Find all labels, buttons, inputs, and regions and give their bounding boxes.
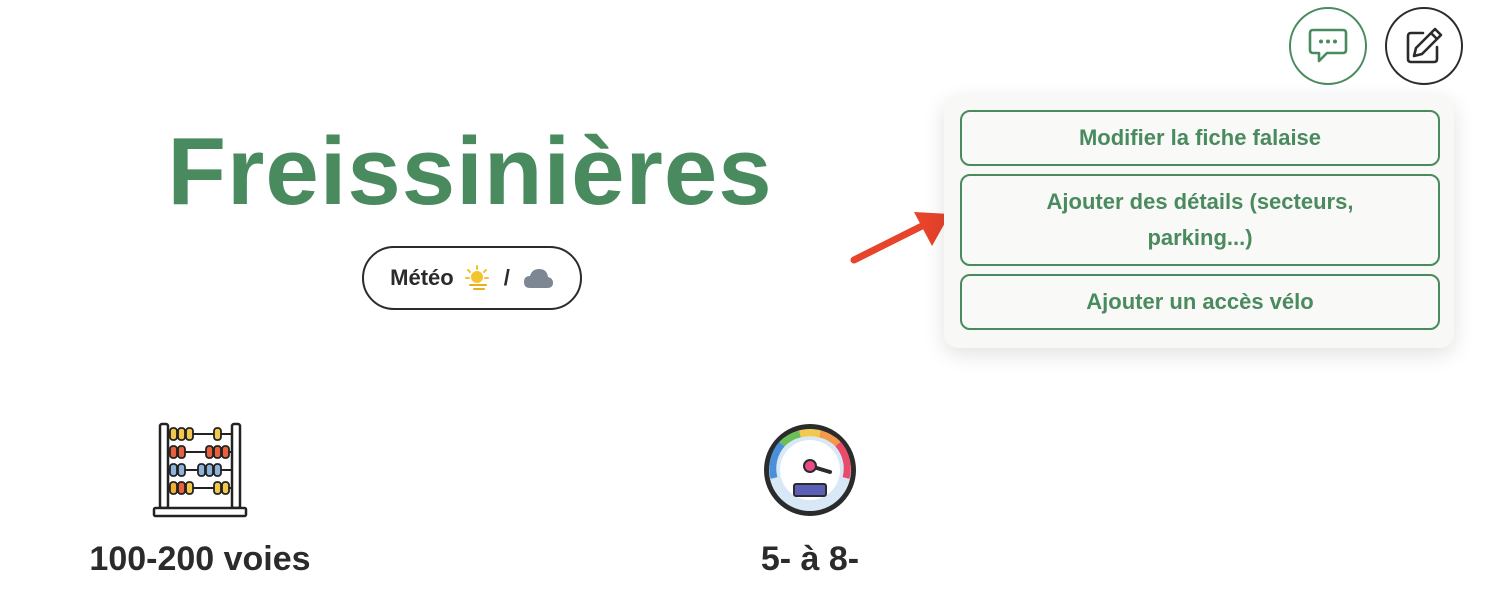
- stat-routes-label: 100-200 voies: [89, 540, 311, 578]
- menu-item-edit-crag[interactable]: Modifier la fiche falaise: [960, 110, 1440, 166]
- gauge-icon: [764, 424, 856, 516]
- page: Freissinières Météo / Modifier la fiche …: [0, 0, 1498, 610]
- stat-routes: 100-200 voies: [60, 420, 340, 579]
- chat-bubble-icon: [1308, 28, 1348, 63]
- weather-button[interactable]: Météo /: [362, 246, 582, 310]
- cloud-icon: [523, 269, 553, 288]
- edit-dropdown-menu: Modifier la fiche falaise Ajouter des dé…: [944, 96, 1454, 348]
- crag-title: Freissinières: [167, 118, 773, 225]
- chat-button[interactable]: [1289, 7, 1367, 85]
- abacus-icon: [152, 422, 248, 518]
- sun-icon: [464, 265, 489, 290]
- edit-pencil-icon: [1406, 27, 1443, 64]
- stat-grades: 5- à 8-: [680, 420, 940, 579]
- weather-label: Météo: [390, 265, 454, 290]
- weather-separator: /: [503, 265, 510, 290]
- menu-item-add-details[interactable]: Ajouter des détails (secteurs, parking..…: [960, 174, 1440, 266]
- pointer-arrow-icon: [850, 212, 950, 264]
- edit-button[interactable]: [1385, 7, 1463, 85]
- menu-item-add-bike-access[interactable]: Ajouter un accès vélo: [960, 274, 1440, 330]
- stat-grades-label: 5- à 8-: [760, 540, 860, 578]
